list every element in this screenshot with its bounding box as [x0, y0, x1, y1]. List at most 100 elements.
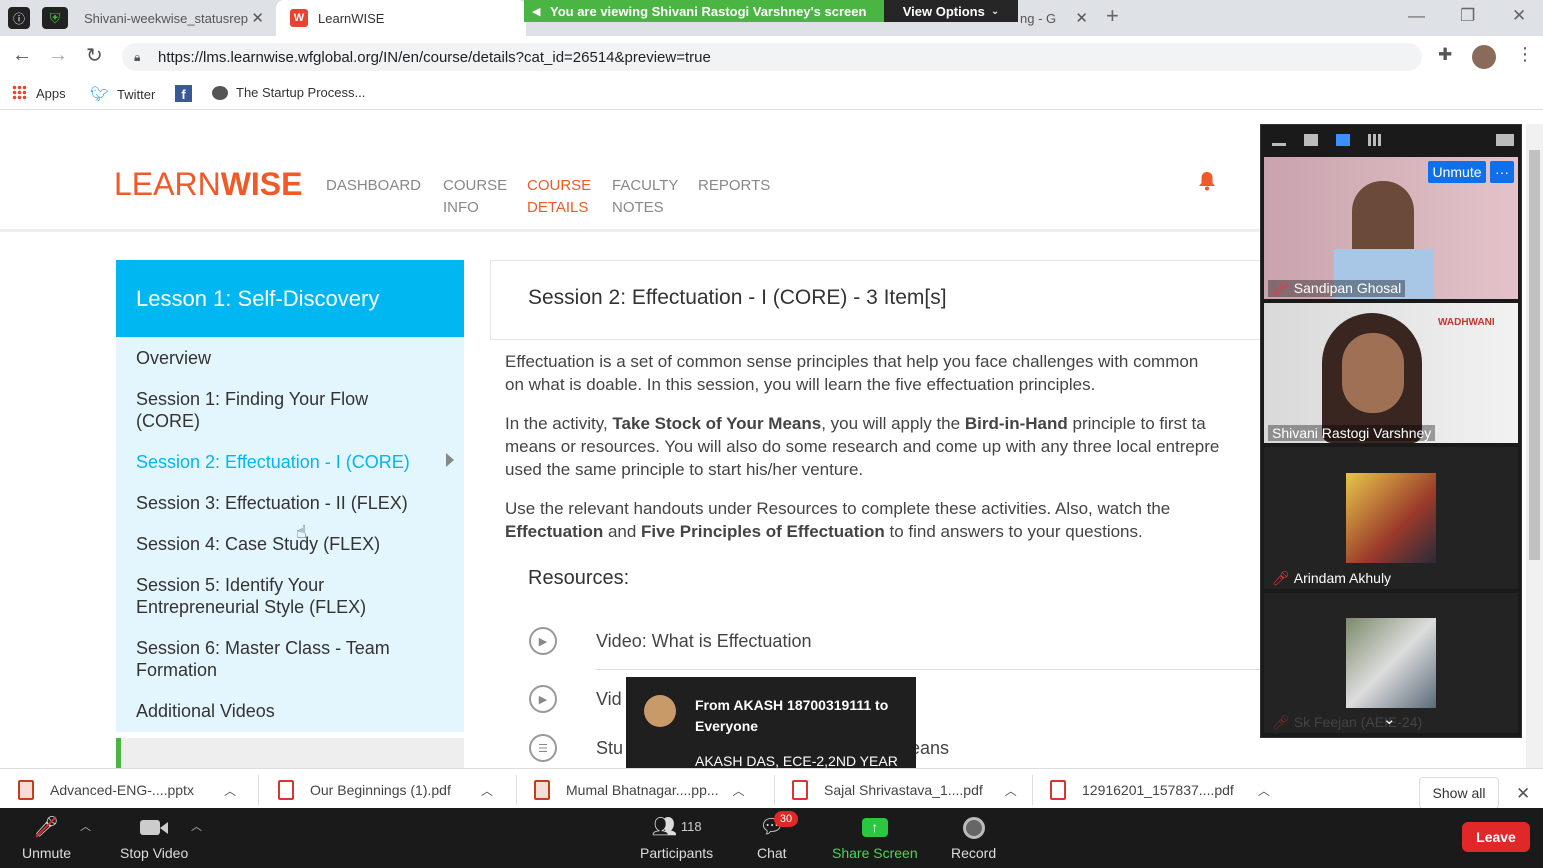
notification-bell-icon[interactable] — [1198, 171, 1216, 191]
menu-icon[interactable]: ⋮ — [1516, 44, 1534, 65]
participant-avatar — [1346, 618, 1436, 708]
download-item[interactable]: Our Beginnings (1).pdf ︿ — [278, 780, 493, 800]
extension-icon[interactable]: ⓘ — [8, 7, 30, 29]
record-button[interactable]: Record — [951, 814, 996, 861]
nav-course-info[interactable]: COURSE INFO — [443, 175, 507, 219]
popout-icon[interactable] — [1496, 134, 1514, 146]
lesson-item-overview[interactable]: Overview — [136, 347, 436, 369]
bookmark-label: The Startup Process... — [236, 85, 366, 100]
pptx-file-icon — [534, 780, 550, 800]
next-lesson-header[interactable] — [116, 738, 464, 768]
download-item[interactable]: Sajal Shrivastava_1....pdf ︿ — [792, 780, 1017, 800]
bookmark-label: Twitter — [117, 86, 156, 102]
back-icon[interactable]: ← — [12, 44, 32, 67]
gallery-view-icon[interactable] — [1368, 134, 1382, 146]
chevron-up-icon[interactable]: ︿ — [733, 782, 745, 799]
button-label: Unmute — [22, 845, 72, 861]
learnwise-logo[interactable]: LEARNWISE — [114, 166, 302, 203]
speaker-icon: ◀ — [532, 5, 541, 18]
share-screen-button[interactable]: ↑ Share Screen — [832, 814, 918, 861]
scrollbar-thumb[interactable] — [1529, 150, 1540, 560]
nav-faculty-notes[interactable]: FACULTY NOTES — [612, 175, 678, 219]
resource-item[interactable]: ▶ Video: What is Effectuation — [528, 612, 1268, 670]
apps-grid-icon — [12, 85, 28, 101]
lesson-item-session-5[interactable]: Session 5: Identify Your Entrepreneurial… — [136, 574, 386, 618]
lesson-title[interactable]: Lesson 1: Self-Discovery — [116, 260, 464, 337]
close-icon[interactable]: ✕ — [251, 9, 264, 27]
profile-avatar[interactable] — [1472, 45, 1496, 69]
session-paragraph-3-line-1: Use the relevant handouts under Resource… — [505, 499, 1171, 518]
minimize-icon[interactable]: — — [1408, 6, 1425, 26]
tab-status-report[interactable]: Shivani-weekwise_statusrep ✕ — [62, 0, 272, 36]
lesson-item-session-6[interactable]: Session 6: Master Class - Team Formation — [136, 637, 406, 681]
bookmark-startup-process[interactable]: The Startup Process... — [212, 85, 365, 100]
muted-mic-icon: 🎤︎ — [34, 814, 59, 840]
stop-video-button[interactable]: Stop Video — [120, 814, 188, 861]
text-run: to find answers to your questions. — [884, 522, 1143, 541]
lesson-item-session-3[interactable]: Session 3: Effectuation - II (FLEX) — [136, 492, 436, 514]
nav-dashboard[interactable]: DASHBOARD — [326, 175, 421, 197]
scroll-down-chevron-icon[interactable]: ⌄ — [1383, 710, 1396, 728]
chevron-up-icon[interactable]: ︿ — [224, 782, 236, 799]
unmute-participant-button[interactable]: Unmute — [1428, 161, 1486, 183]
chevron-up-icon[interactable]: ︿ — [80, 818, 91, 834]
new-tab-icon[interactable]: + — [1106, 3, 1119, 29]
video-tile[interactable]: WADHWANI Shivani Rastogi Varshney — [1264, 303, 1518, 443]
share-screen-icon: ↑ — [861, 814, 888, 840]
strip-view-icon[interactable] — [1336, 134, 1350, 146]
window-close-icon[interactable]: ✕ — [1512, 6, 1526, 26]
minimize-video-icon[interactable] — [1272, 143, 1286, 146]
session-paragraph-1-line-2: on what is doable. In this session, you … — [505, 375, 1096, 394]
restore-icon[interactable]: ❐ — [1460, 6, 1475, 26]
logo-text-light: LEARN — [114, 166, 221, 202]
twitter-icon: 🐦︎ — [90, 86, 110, 103]
tab-learnwise[interactable]: W LearnWISE — [276, 0, 526, 36]
unmute-button[interactable]: 🎤︎ Unmute — [22, 814, 71, 861]
show-all-downloads-button[interactable]: Show all — [1419, 777, 1499, 809]
button-label: Chat — [757, 845, 787, 861]
lesson-item-session-4[interactable]: Session 4: Case Study (FLEX) — [136, 533, 436, 555]
leave-meeting-button[interactable]: Leave — [1462, 822, 1530, 852]
bold-text: Five Principles of Effectuation — [641, 522, 885, 541]
muted-mic-icon: 🎤︎ — [1272, 714, 1290, 730]
view-options-button[interactable]: View Options ⌄ — [884, 0, 1018, 22]
caret-right-icon — [446, 453, 454, 467]
bookmark-apps[interactable]: Apps — [12, 85, 66, 101]
participant-name-text: Shivani Rastogi Varshney — [1272, 425, 1432, 441]
session-paragraph-2-line-1: In the activity, Take Stock of Your Mean… — [505, 412, 1265, 435]
bookmarks-bar: Apps 🐦︎ Twitter f The Startup Process... — [0, 76, 1543, 110]
close-icon[interactable]: ✕ — [1516, 784, 1530, 804]
chevron-up-icon[interactable]: ︿ — [1258, 782, 1270, 799]
download-item[interactable]: Advanced-ENG-....pptx ︿ — [18, 780, 236, 800]
chevron-up-icon[interactable]: ︿ — [1005, 782, 1017, 799]
lesson-item-session-2[interactable]: Session 2: Effectuation - I (CORE) — [136, 451, 436, 473]
download-item[interactable]: 12916201_157837....pdf ︿ — [1050, 780, 1270, 800]
extensions-icon[interactable]: ✚ — [1438, 45, 1452, 65]
nav-reports[interactable]: REPORTS — [698, 175, 770, 197]
play-icon: ▶ — [529, 685, 557, 713]
lesson-item-additional-videos[interactable]: Additional Videos — [136, 700, 436, 722]
bookmark-twitter[interactable]: 🐦︎ Twitter — [90, 85, 155, 103]
forward-icon[interactable]: → — [48, 44, 68, 67]
download-item[interactable]: Mumal Bhatnagar....pp... ︿ — [534, 780, 745, 800]
lesson-item-session-1[interactable]: Session 1: Finding Your Flow (CORE) — [136, 388, 396, 432]
more-options-button[interactable]: ··· — [1490, 161, 1514, 183]
chevron-up-icon[interactable]: ︿ — [481, 782, 493, 799]
chevron-up-icon[interactable]: ︿ — [191, 818, 202, 834]
speaker-view-icon[interactable] — [1304, 134, 1318, 146]
bookmark-facebook[interactable]: f — [175, 85, 192, 102]
session-paragraph-3-line-2: Effectuation and Five Principles of Effe… — [505, 520, 1265, 543]
tab-label: Shivani-weekwise_statusrep — [84, 10, 249, 26]
participants-button[interactable]: 👥︎ 118 Participants — [640, 814, 713, 861]
url-field[interactable]: 🔒︎ https://lms.learnwise.wfglobal.org/IN… — [122, 43, 1422, 71]
close-icon[interactable]: ✕ — [1075, 9, 1088, 27]
resources-heading: Resources: — [528, 567, 630, 589]
divider — [774, 775, 775, 805]
nav-label: COURSE — [443, 177, 508, 194]
tab-other[interactable]: ng - G ✕ — [1010, 0, 1090, 36]
participant-name: Shivani Rastogi Varshney — [1268, 425, 1436, 441]
nav-course-details[interactable]: COURSE DETAILS — [527, 175, 591, 219]
text-run: In the activity, — [505, 414, 613, 433]
text-run: and — [603, 522, 642, 541]
reload-icon[interactable]: ↻ — [86, 43, 103, 68]
